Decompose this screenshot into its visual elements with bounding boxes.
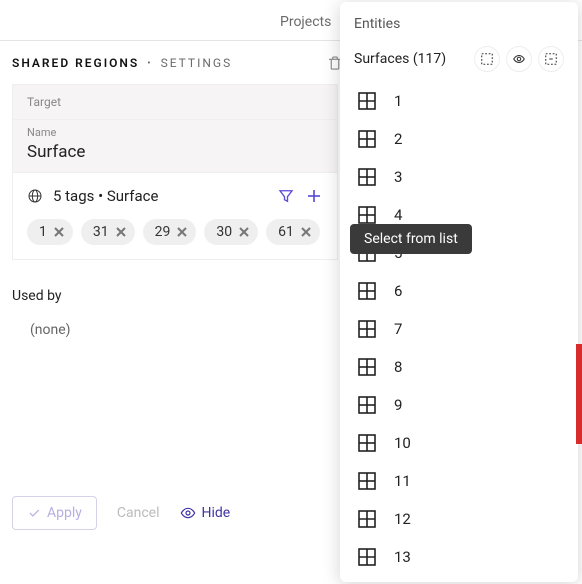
- entity-label: 8: [394, 358, 402, 376]
- entity-label: 1: [394, 92, 402, 110]
- entity-item[interactable]: 13: [354, 538, 564, 576]
- grid-icon: [358, 168, 376, 186]
- breadcrumb: SHARED REGIONS • SETTINGS: [12, 56, 338, 70]
- entity-label: 6: [394, 282, 402, 300]
- entities-list: 12345678910111213: [354, 82, 564, 576]
- tag-chip-label: 29: [155, 224, 171, 240]
- grid-icon: [358, 282, 376, 300]
- entity-item[interactable]: 9: [354, 386, 564, 424]
- breadcrumb-region[interactable]: SHARED REGIONS: [12, 56, 139, 70]
- entity-item[interactable]: 6: [354, 272, 564, 310]
- name-field-value: Surface: [27, 142, 323, 162]
- name-field-label: Name: [27, 126, 323, 139]
- action-bar: Apply Cancel Hide: [12, 496, 338, 530]
- entities-toolbar: [474, 46, 564, 72]
- entities-subtitle: Surfaces (117): [354, 51, 446, 67]
- breadcrumb-dot: •: [147, 58, 152, 69]
- tag-chip[interactable]: 61: [266, 219, 320, 245]
- entity-item[interactable]: 8: [354, 348, 564, 386]
- entity-item[interactable]: 11: [354, 462, 564, 500]
- entity-item[interactable]: 10: [354, 424, 564, 462]
- tooltip-select-from-list: Select from list: [350, 224, 472, 254]
- used-by-none: (none): [12, 304, 338, 338]
- entity-item[interactable]: 12: [354, 500, 564, 538]
- entities-panel: Entities Surfaces (117) 1234567891011121…: [340, 2, 578, 582]
- entity-label: 2: [394, 130, 402, 148]
- grid-icon: [358, 434, 376, 452]
- tags-row: 5 tags • Surface: [12, 173, 338, 213]
- entity-label: 10: [394, 434, 411, 452]
- close-icon[interactable]: [115, 226, 127, 238]
- close-icon[interactable]: [300, 226, 312, 238]
- entity-label: 11: [394, 472, 411, 490]
- used-by-label: Used by: [12, 288, 338, 304]
- tag-chip[interactable]: 30: [204, 219, 258, 245]
- grid-icon: [358, 510, 376, 528]
- tag-chip[interactable]: 29: [143, 219, 197, 245]
- entity-label: 13: [394, 548, 411, 566]
- apply-button[interactable]: Apply: [12, 496, 97, 530]
- projects-tab[interactable]: Projects: [280, 14, 331, 30]
- grid-icon: [358, 92, 376, 110]
- plus-icon[interactable]: [305, 187, 323, 205]
- eye-plus-icon[interactable]: [506, 46, 532, 72]
- grid-icon: [358, 472, 376, 490]
- tag-chip[interactable]: 1: [27, 219, 73, 245]
- entity-label: 12: [394, 510, 411, 528]
- breadcrumb-settings: SETTINGS: [161, 56, 233, 70]
- globe-icon: [27, 188, 43, 204]
- tag-chip-label: 61: [278, 224, 294, 240]
- entity-label: 4: [394, 206, 402, 224]
- entity-label: 3: [394, 168, 402, 186]
- grid-icon: [358, 320, 376, 338]
- filter-icon[interactable]: [277, 187, 295, 205]
- entity-item[interactable]: 1: [354, 82, 564, 120]
- entity-label: 9: [394, 396, 402, 414]
- hide-button[interactable]: Hide: [180, 505, 231, 521]
- tag-chip-label: 31: [93, 224, 109, 240]
- entities-title: Entities: [354, 16, 564, 32]
- close-icon[interactable]: [238, 226, 250, 238]
- entity-item[interactable]: 7: [354, 310, 564, 348]
- entity-label: 7: [394, 320, 402, 338]
- target-label: Target: [12, 84, 338, 119]
- name-field[interactable]: Name Surface: [12, 119, 338, 173]
- select-list-icon[interactable]: [538, 46, 564, 72]
- grid-icon: [358, 206, 376, 224]
- entity-item[interactable]: 3: [354, 158, 564, 196]
- used-by-section: Used by (none): [12, 260, 338, 338]
- side-indicator: [576, 344, 582, 444]
- entity-item[interactable]: 2: [354, 120, 564, 158]
- cancel-button[interactable]: Cancel: [117, 505, 160, 521]
- grid-icon: [358, 358, 376, 376]
- apply-label: Apply: [47, 505, 82, 521]
- tags-summary: 5 tags • Surface: [53, 187, 267, 205]
- tag-chip-label: 1: [39, 224, 47, 240]
- close-icon[interactable]: [176, 226, 188, 238]
- settings-main: SHARED REGIONS • SETTINGS Target Name Su…: [12, 56, 338, 338]
- select-box-icon[interactable]: [474, 46, 500, 72]
- tag-chips: 1 31 29 30 61: [12, 213, 338, 260]
- close-icon[interactable]: [53, 226, 65, 238]
- tag-chip[interactable]: 31: [81, 219, 135, 245]
- grid-icon: [358, 396, 376, 414]
- grid-icon: [358, 130, 376, 148]
- grid-icon: [358, 548, 376, 566]
- hide-label: Hide: [202, 505, 231, 521]
- tag-chip-label: 30: [216, 224, 232, 240]
